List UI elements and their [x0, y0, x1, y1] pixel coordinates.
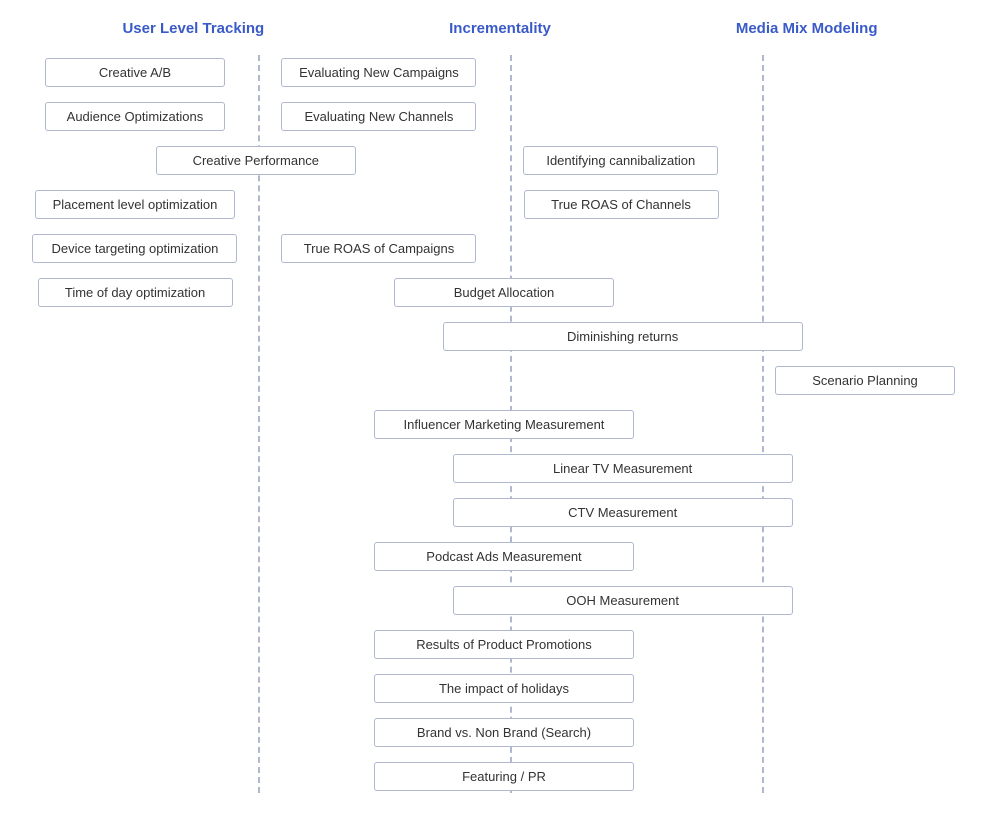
row-9: Influencer Marketing Measurement — [20, 407, 980, 441]
box-true-roas-channels: True ROAS of Channels — [524, 190, 719, 219]
box-brand-nonbrand: Brand vs. Non Brand (Search) — [374, 718, 634, 747]
box-creative-ab: Creative A/B — [45, 58, 225, 87]
box-linear-tv: Linear TV Measurement — [453, 454, 793, 483]
box-budget-alloc: Budget Allocation — [394, 278, 614, 307]
box-eval-new-channels: Evaluating New Channels — [281, 102, 476, 131]
diagram-area: Creative A/B Evaluating New Campaigns Au… — [10, 55, 990, 793]
box-creative-perf: Creative Performance — [156, 146, 356, 175]
row-15: The impact of holidays — [20, 671, 980, 705]
row-2: Audience Optimizations Evaluating New Ch… — [20, 99, 980, 133]
box-product-promo: Results of Product Promotions — [374, 630, 634, 659]
box-ctv: CTV Measurement — [453, 498, 793, 527]
row-12: Podcast Ads Measurement — [20, 539, 980, 573]
row-1: Creative A/B Evaluating New Campaigns — [20, 55, 980, 89]
row-8: Scenario Planning — [20, 363, 980, 397]
header-media-mix: Media Mix Modeling — [653, 20, 960, 37]
row-4: Placement level optimization True ROAS o… — [20, 187, 980, 221]
box-scenario-planning: Scenario Planning — [775, 366, 955, 395]
box-influencer: Influencer Marketing Measurement — [374, 410, 634, 439]
row-5: Device targeting optimization True ROAS … — [20, 231, 980, 265]
row-3: Creative Performance Identifying canniba… — [20, 143, 980, 177]
header-user-level: User Level Tracking — [40, 20, 347, 37]
header-incrementality: Incrementality — [347, 20, 654, 37]
box-diminishing-returns: Diminishing returns — [443, 322, 803, 351]
row-6: Time of day optimization Budget Allocati… — [20, 275, 980, 309]
page: User Level Tracking Incrementality Media… — [0, 0, 1000, 813]
box-device-targeting: Device targeting optimization — [32, 234, 237, 263]
row-14: Results of Product Promotions — [20, 627, 980, 661]
box-placement-opt: Placement level optimization — [35, 190, 235, 219]
row-17: Featuring / PR — [20, 759, 980, 793]
box-holidays: The impact of holidays — [374, 674, 634, 703]
rows-container: Creative A/B Evaluating New Campaigns Au… — [10, 55, 990, 793]
box-eval-new-campaigns: Evaluating New Campaigns — [281, 58, 476, 87]
box-featuring-pr: Featuring / PR — [374, 762, 634, 791]
box-time-of-day: Time of day optimization — [38, 278, 233, 307]
column-headers: User Level Tracking Incrementality Media… — [10, 20, 990, 37]
box-ooh: OOH Measurement — [453, 586, 793, 615]
box-podcast: Podcast Ads Measurement — [374, 542, 634, 571]
row-7: Diminishing returns — [20, 319, 980, 353]
row-13: OOH Measurement — [20, 583, 980, 617]
row-10: Linear TV Measurement — [20, 451, 980, 485]
box-true-roas-campaigns: True ROAS of Campaigns — [281, 234, 476, 263]
row-16: Brand vs. Non Brand (Search) — [20, 715, 980, 749]
row-11: CTV Measurement — [20, 495, 980, 529]
box-identifying-cannib: Identifying cannibalization — [523, 146, 718, 175]
box-audience-opt: Audience Optimizations — [45, 102, 225, 131]
